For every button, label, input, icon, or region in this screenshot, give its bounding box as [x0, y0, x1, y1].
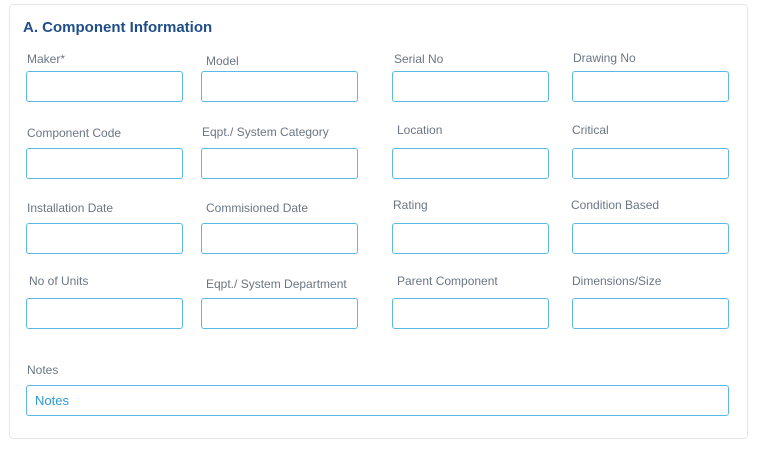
serial-no-field[interactable] [392, 71, 549, 102]
eqpt-system-department-field[interactable] [201, 298, 358, 329]
rating-field[interactable] [392, 223, 549, 254]
no-of-units-label: No of Units [29, 274, 89, 288]
model-label: Model [206, 54, 239, 68]
component-code-label: Component Code [27, 126, 122, 140]
maker-label: Maker* [27, 52, 66, 66]
no-of-units-field[interactable] [26, 298, 183, 329]
section-title: A. Component Information [23, 19, 213, 36]
eqpt-system-category-field[interactable] [201, 148, 358, 179]
eqpt-system-category-label: Eqpt./ System Category [202, 125, 329, 139]
notes-label: Notes [27, 363, 59, 377]
commisioned-date-field[interactable] [201, 223, 358, 254]
notes-field[interactable] [26, 385, 729, 416]
installation-date-label: Installation Date [27, 201, 114, 215]
condition-based-field[interactable] [572, 223, 729, 254]
serial-no-label: Serial No [394, 52, 444, 66]
component-code-field[interactable] [26, 148, 183, 179]
dimensions-size-label: Dimensions/Size [572, 274, 662, 288]
component-info-panel [9, 4, 748, 439]
location-field[interactable] [392, 148, 549, 179]
dimensions-size-field[interactable] [572, 298, 729, 329]
installation-date-field[interactable] [26, 223, 183, 254]
condition-based-label: Condition Based [571, 198, 660, 212]
model-field[interactable] [201, 71, 358, 102]
commisioned-date-label: Commisioned Date [206, 201, 309, 215]
location-label: Location [397, 123, 443, 137]
drawing-no-field[interactable] [572, 71, 729, 102]
rating-label: Rating [393, 198, 428, 212]
drawing-no-label: Drawing No [573, 51, 636, 65]
critical-label: Critical [572, 123, 609, 137]
eqpt-system-department-label: Eqpt./ System Department [206, 277, 347, 291]
maker-field[interactable] [26, 71, 183, 102]
critical-field[interactable] [572, 148, 729, 179]
parent-component-label: Parent Component [397, 274, 498, 288]
parent-component-field[interactable] [392, 298, 549, 329]
